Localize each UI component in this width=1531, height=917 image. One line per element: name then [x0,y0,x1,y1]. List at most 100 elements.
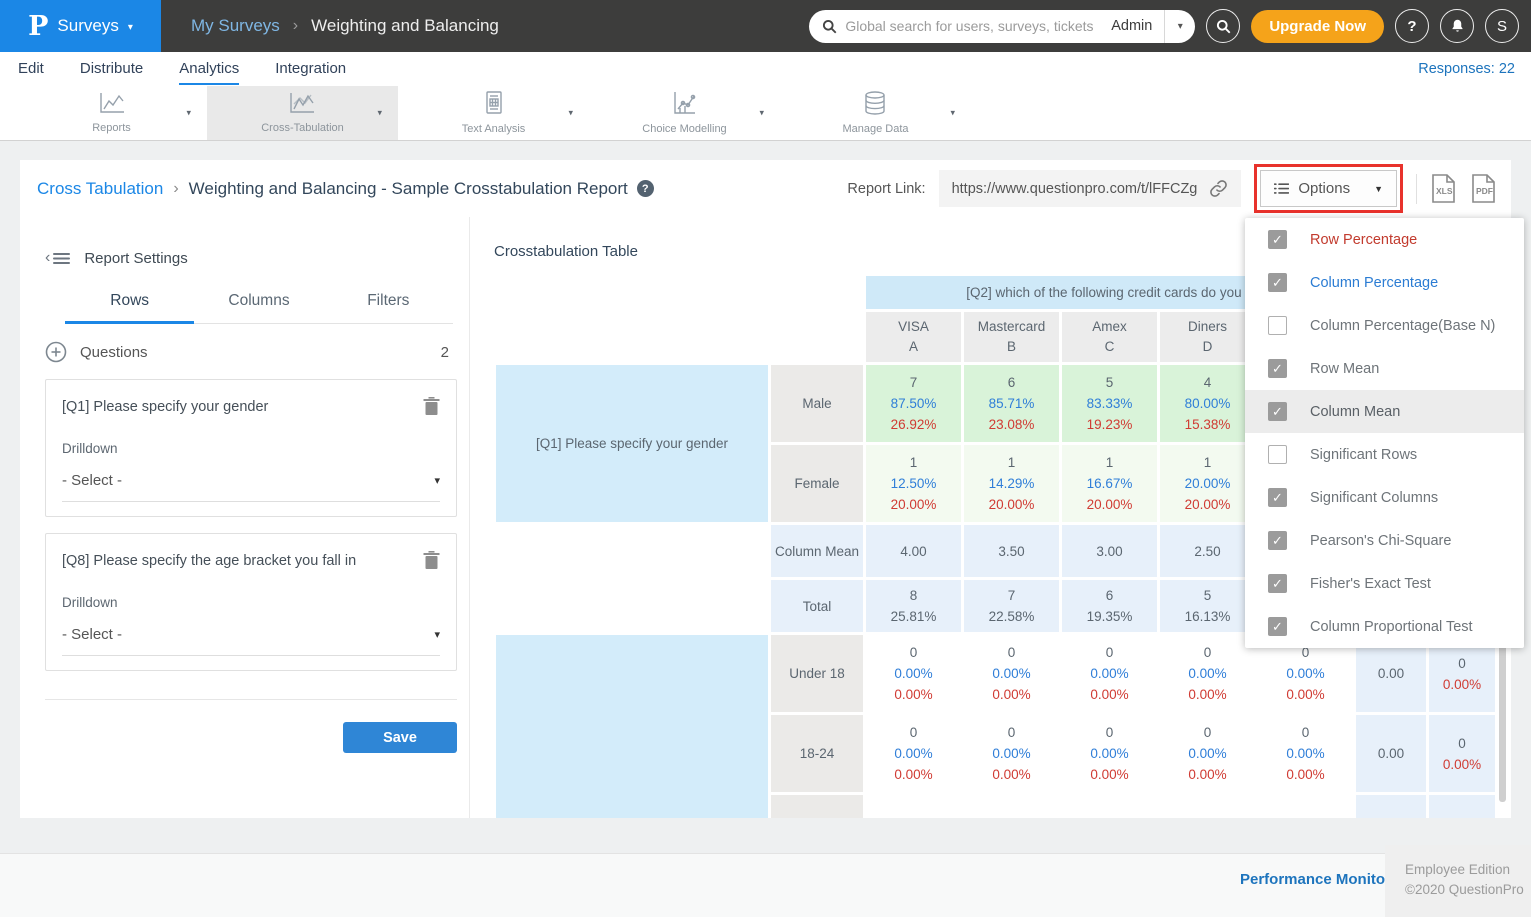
menu-item-fisher-s-exact-test[interactable]: ✓Fisher's Exact Test [1245,562,1524,605]
survey-nav: Edit Distribute Analytics Integration Respo… [0,52,1531,86]
menu-item-column-percentage-base-n[interactable]: ✓Column Percentage(Base N) [1245,304,1524,347]
toolbar-item-reports[interactable]: Reports▾ [16,86,207,140]
menu-item-label: Significant Rows [1310,447,1417,463]
copyright-label: ©2020 QuestionPro [1405,880,1531,900]
upgrade-now-button[interactable]: Upgrade Now [1251,10,1384,43]
checkbox[interactable]: ✓ [1268,531,1287,550]
question-card: [Q1] Please specify your genderDrilldown… [45,379,457,517]
save-button[interactable]: Save [343,722,457,753]
breadcrumb-my-surveys[interactable]: My Surveys [191,16,280,36]
crosstab-cell: 116.67%20.00% [1062,445,1157,522]
settings-tabs: RowsColumnsFilters [65,292,453,324]
drilldown-select[interactable]: - Select - ▾ [62,626,440,656]
link-icon[interactable] [1209,179,1228,198]
logo-letter: P [28,11,48,42]
report-title: Weighting and Balancing - Sample Crossta… [189,179,628,199]
crosstab-cell: 120.00%20.00% [1160,445,1255,522]
checkbox[interactable]: ✓ [1268,230,1287,249]
crosstab-cell: 00.00%0.00% [1160,635,1255,712]
crosstab-cell: 787.50%26.92% [866,365,961,442]
search-input[interactable] [845,18,1099,34]
collapse-panel-icon[interactable]: ‹ [45,249,70,267]
tab-filters[interactable]: Filters [324,292,453,324]
toolbar-item-choice-modelling[interactable]: Choice Modelling ▾ [589,86,780,140]
crosstab-cell: 0.00 [1356,715,1426,792]
crosstab-cell: 00.00%0.00% [1062,715,1157,792]
search-submit-button[interactable] [1206,9,1240,43]
account-avatar[interactable]: S [1485,9,1519,43]
add-question-icon[interactable] [45,341,67,363]
vertical-scrollbar[interactable] [1499,630,1506,802]
chevron-down-icon: ▾ [434,628,440,641]
menu-item-column-proportional-test[interactable]: ✓Column Proportional Test [1245,605,1524,648]
top-header: P Surveys ▾ My Surveys › Weighting and B… [0,0,1531,52]
menu-item-label: Row Mean [1310,361,1379,377]
checkbox[interactable]: ✓ [1268,273,1287,292]
breadcrumb-survey-name: Weighting and Balancing [311,16,499,36]
trash-icon[interactable] [423,551,440,570]
panel-title: Report Settings [84,250,187,267]
menu-item-column-mean[interactable]: ✓Column Mean [1245,390,1524,433]
nav-item-edit[interactable]: Edit [18,53,44,85]
report-link-label: Report Link: [847,181,925,197]
choice-modelling-icon [671,91,697,120]
report-actions: Report Link: https://www.questionpro.com… [847,164,1497,213]
checkbox[interactable]: ✓ [1268,574,1287,593]
checkbox[interactable]: ✓ [1268,402,1287,421]
chevron-down-icon[interactable]: ▾ [377,108,382,119]
nav-item-distribute[interactable]: Distribute [80,53,143,85]
chevron-down-icon[interactable]: ▾ [759,108,764,119]
crosstab-cell: 00.00%0.00% [1062,635,1157,712]
question-card: [Q8] Please specify the age bracket you … [45,533,457,671]
questionpro-logo[interactable]: P Surveys ▾ [0,0,161,52]
toolbar-item-label: Choice Modelling [642,123,726,135]
menu-item-row-percentage[interactable]: ✓Row Percentage [1245,218,1524,261]
menu-item-pearson-s-chi-square[interactable]: ✓Pearson's Chi-Square [1245,519,1524,562]
notifications-button[interactable] [1440,9,1474,43]
crosstab-cell: 3.00 [1062,525,1157,577]
checkbox[interactable]: ✓ [1268,488,1287,507]
performance-monitor-link[interactable]: Performance Monitor [1240,871,1391,888]
crosstab-cell: 685.71%23.08% [964,365,1059,442]
menu-item-significant-rows[interactable]: ✓ Significant Rows [1245,433,1524,476]
menu-item-row-mean[interactable]: ✓ Row Mean [1245,347,1524,390]
checkbox[interactable]: ✓ [1268,316,1287,335]
help-icon[interactable]: ? [637,180,654,197]
chevron-down-icon[interactable]: ▾ [950,108,955,119]
crosstab-cell: 00.00% [1429,715,1495,792]
responses-count[interactable]: Responses: 22 [1418,61,1531,77]
nav-item-analytics[interactable]: Analytics [179,53,239,85]
toolbar-item-cross-tabulation[interactable]: Cross-Tabulation▾ [207,86,398,140]
options-button[interactable]: Options ▼ [1260,170,1397,207]
checkbox[interactable]: ✓ [1268,617,1287,636]
crosstab-cell: 516.13% [1160,580,1255,632]
help-button[interactable]: ? [1395,9,1429,43]
toolbar-item-manage-data[interactable]: Manage Data▾ [780,86,971,140]
checkbox[interactable]: ✓ [1268,445,1287,464]
question-row-label [496,635,768,818]
question-mark-icon: ? [1407,18,1416,35]
chevron-down-icon[interactable]: ▾ [568,108,573,119]
list-icon [1274,182,1289,195]
tab-columns[interactable]: Columns [194,292,323,324]
tab-rows[interactable]: Rows [65,292,194,324]
select-value: - Select - [62,626,122,643]
toolbar-item-label: Text Analysis [462,123,526,135]
menu-item-column-percentage[interactable]: ✓Column Percentage [1245,261,1524,304]
answer-column-header: MastercardB [964,312,1059,362]
crosstab-cell [1062,795,1157,818]
crosstab-cell [866,795,961,818]
chevron-down-icon[interactable]: ▾ [186,108,191,119]
search-scope-dropdown[interactable]: ▾ [1165,21,1195,32]
chevron-down-icon: ▼ [1374,184,1383,194]
cross-tabulation-link[interactable]: Cross Tabulation [37,179,163,199]
drilldown-select[interactable]: - Select -▾ [62,472,440,502]
options-label: Options [1298,180,1350,197]
menu-item-significant-columns[interactable]: ✓Significant Columns [1245,476,1524,519]
nav-item-integration[interactable]: Integration [275,53,346,85]
export-pdf-button[interactable]: PDF [1470,173,1497,204]
toolbar-item-text-analysis[interactable]: Text Analysis ▾ [398,86,589,140]
export-xls-button[interactable]: XLS [1430,173,1457,204]
trash-icon[interactable] [423,397,440,416]
checkbox[interactable]: ✓ [1268,359,1287,378]
